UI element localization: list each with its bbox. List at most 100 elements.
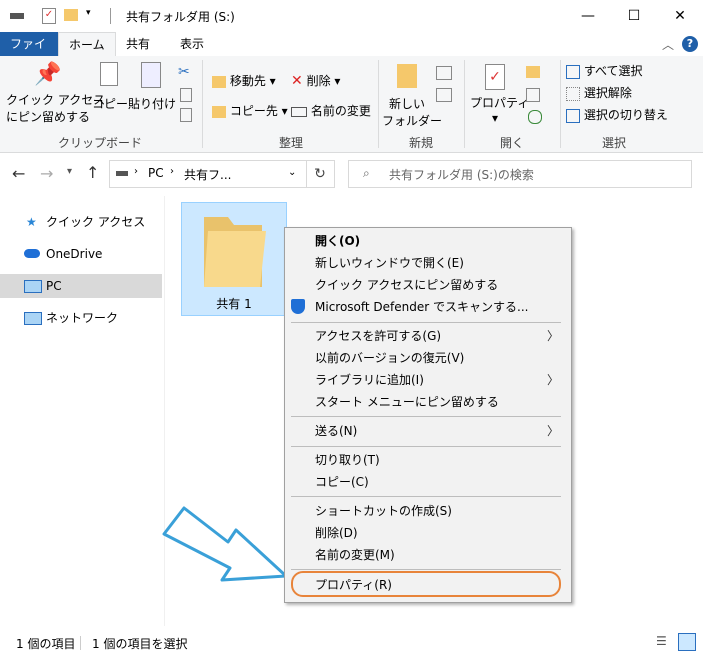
- ribbon-separator: [464, 60, 465, 148]
- group-label-clipboard: クリップボード: [57, 136, 142, 150]
- details-view-icon[interactable]: ☰: [656, 634, 672, 650]
- properties-button[interactable]: ✓ プロパティ ▾: [470, 64, 530, 125]
- nav-pc-label: PC: [46, 279, 62, 293]
- nav-pc[interactable]: PC: [0, 274, 162, 298]
- search-box[interactable]: ⌕ 共有フォルダ用 (S:)の検索: [348, 160, 692, 188]
- maximize-button[interactable]: ☐: [611, 0, 657, 32]
- help-icon[interactable]: ?: [682, 36, 698, 52]
- menu-item-cut[interactable]: 切り取り(T): [285, 449, 571, 471]
- cut-icon[interactable]: ✂: [178, 64, 190, 80]
- tab-home[interactable]: ホーム: [58, 32, 116, 57]
- new-folder-quick-icon[interactable]: [64, 9, 78, 21]
- menu-item-open[interactable]: 開く(O): [285, 230, 571, 252]
- paste-shortcut-icon[interactable]: [180, 108, 192, 122]
- nav-network[interactable]: ネットワーク: [0, 306, 162, 330]
- paste-button[interactable]: 貼り付け: [128, 62, 176, 112]
- back-arrow-icon[interactable]: ←: [12, 164, 25, 183]
- menu-item-label: 以前のバージョンの復元(V): [315, 351, 465, 365]
- select-none-label: 選択解除: [583, 86, 632, 100]
- properties-dropdown-icon: ▾: [491, 111, 499, 125]
- tab-file[interactable]: ファイル: [0, 32, 58, 75]
- new-folder-button[interactable]: 新しい フォルダー: [382, 64, 443, 129]
- highlight-ring: [291, 571, 561, 597]
- easy-access-icon[interactable]: [436, 88, 452, 102]
- breadcrumb-pc[interactable]: PC: [148, 166, 164, 180]
- menu-item-rename[interactable]: 名前の変更(M): [285, 544, 571, 566]
- invert-selection-label: 選択の切り替え: [583, 108, 668, 122]
- menu-separator: [291, 569, 561, 570]
- new-folder-label-2: フォルダー: [382, 114, 443, 128]
- menu-item-label: コピー(C): [315, 475, 369, 489]
- new-folder-label-1: 新しい: [388, 97, 425, 111]
- pointer-arrow-icon: [162, 506, 288, 582]
- menu-separator: [291, 322, 561, 323]
- menu-item-pin-quick-access[interactable]: クイック アクセスにピン留めする: [285, 274, 571, 296]
- select-none-icon: [566, 86, 580, 101]
- refresh-button[interactable]: ↻: [306, 160, 335, 188]
- copy-label: コピー: [92, 97, 129, 111]
- menu-item-pin-start[interactable]: スタート メニューにピン留めする: [285, 391, 571, 413]
- selected-count: 1 個の項目を選択: [92, 637, 188, 651]
- large-icons-view-icon[interactable]: [678, 633, 696, 651]
- folder-label: 共有 1: [216, 297, 252, 311]
- menu-item-label: スタート メニューにピン留めする: [315, 395, 499, 409]
- invert-selection-button[interactable]: 選択の切り替え: [566, 106, 668, 123]
- menu-item-label: 切り取り(T): [315, 453, 380, 467]
- breadcrumb-folder[interactable]: 共有フ...: [184, 166, 231, 183]
- select-all-button[interactable]: すべて選択: [566, 62, 643, 79]
- properties-quick-icon[interactable]: ✓: [42, 8, 56, 24]
- menu-item-delete[interactable]: 削除(D): [285, 522, 571, 544]
- collapse-ribbon-icon[interactable]: ︿: [662, 36, 674, 53]
- refresh-icon: ↻: [314, 166, 326, 182]
- recent-locations-icon[interactable]: ▾: [67, 166, 72, 177]
- folder-item[interactable]: 共有 1: [181, 202, 287, 316]
- edit-icon[interactable]: [526, 88, 540, 102]
- menu-item-label: アクセスを許可する(G): [315, 329, 442, 343]
- quick-access-dropdown-icon[interactable]: ▾: [86, 8, 91, 18]
- tab-view[interactable]: 表示: [170, 32, 214, 56]
- rename-button[interactable]: 名前の変更: [291, 102, 371, 119]
- pin-label-1: クイック アクセス: [6, 93, 106, 107]
- copy-to-button[interactable]: コピー先 ▾: [212, 102, 288, 119]
- delete-button[interactable]: ✕ 削除 ▾: [291, 72, 340, 89]
- address-dropdown-icon[interactable]: ⌄: [288, 167, 296, 178]
- menu-item-give-access[interactable]: アクセスを許可する(G) 〉: [285, 325, 571, 347]
- menu-item-open-new-window[interactable]: 新しいウィンドウで開く(E): [285, 252, 571, 274]
- select-all-icon: [566, 64, 580, 79]
- select-none-button[interactable]: 選択解除: [566, 84, 632, 101]
- pin-label-2: にピン留めする: [6, 110, 91, 124]
- select-all-label: すべて選択: [583, 64, 643, 78]
- menu-item-create-shortcut[interactable]: ショートカットの作成(S): [285, 500, 571, 522]
- move-to-label: 移動先: [229, 74, 266, 88]
- menu-item-defender-scan[interactable]: Microsoft Defender でスキャンする...: [285, 296, 571, 318]
- address-bar[interactable]: › PC › 共有フ... ⌄: [109, 160, 307, 188]
- close-button[interactable]: ✕: [657, 0, 703, 32]
- history-icon[interactable]: [528, 110, 542, 124]
- menu-item-send-to[interactable]: 送る(N) 〉: [285, 420, 571, 442]
- star-icon: ★: [26, 215, 37, 229]
- copy-icon: [100, 62, 118, 86]
- new-item-icon[interactable]: [436, 66, 452, 80]
- properties-label: プロパティ: [470, 96, 530, 110]
- nav-onedrive[interactable]: OneDrive: [0, 242, 162, 266]
- up-arrow-icon[interactable]: ↑: [86, 163, 99, 182]
- status-divider: [80, 636, 81, 650]
- menu-item-restore-versions[interactable]: 以前のバージョンの復元(V): [285, 347, 571, 369]
- nav-quick-access[interactable]: ★ クイック アクセス: [0, 210, 162, 234]
- pin-quick-access-button[interactable]: 📌 クイック アクセス にピン留めする: [6, 62, 106, 128]
- open-icon[interactable]: [526, 66, 540, 78]
- minimize-button[interactable]: —: [565, 0, 611, 32]
- forward-arrow-icon[interactable]: →: [40, 164, 53, 183]
- move-to-button[interactable]: 移動先 ▾: [212, 72, 276, 89]
- nav-onedrive-label: OneDrive: [46, 247, 103, 261]
- paste-icon: [141, 62, 161, 88]
- copy-button[interactable]: コピー: [92, 62, 129, 112]
- title-bar: ✓ ▾ 共有フォルダ用 (S:) — ☐ ✕: [0, 0, 703, 32]
- menu-item-add-library[interactable]: ライブラリに追加(I) 〉: [285, 369, 571, 391]
- menu-item-copy[interactable]: コピー(C): [285, 471, 571, 493]
- copy-path-icon[interactable]: [180, 88, 192, 102]
- nav-network-label: ネットワーク: [46, 311, 119, 325]
- chevron-right-icon: ›: [170, 166, 174, 177]
- ribbon-tabs: ファイル ホーム 共有 表示 ︿ ?: [0, 32, 703, 75]
- tab-share[interactable]: 共有: [116, 32, 160, 56]
